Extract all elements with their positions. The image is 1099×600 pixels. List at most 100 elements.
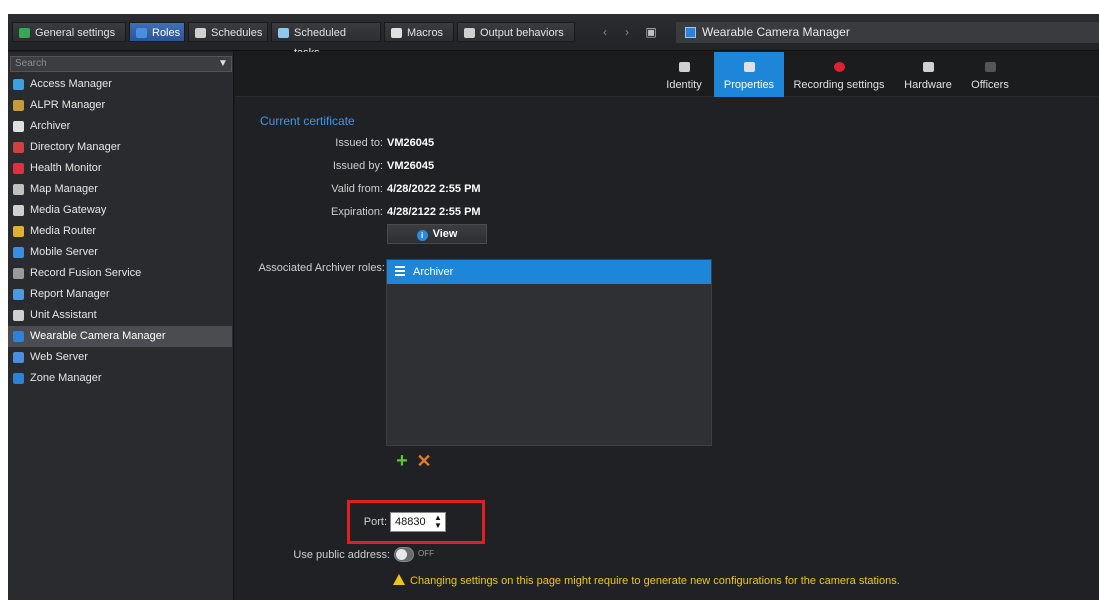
properties-icon [744, 62, 755, 72]
sidebar-item-report-manager[interactable]: Report Manager [8, 284, 232, 305]
warning-icon [393, 574, 405, 585]
sidebar-item-label: Health Monitor [30, 162, 102, 174]
directory-manager-icon [13, 142, 24, 153]
app-window: General settings Roles Schedules Schedul… [8, 14, 1099, 600]
sidebar-item-label: Wearable Camera Manager [30, 330, 166, 342]
sidebar-item-label: Access Manager [30, 78, 112, 90]
officers-icon [985, 62, 996, 72]
sidebar-item-mobile-server[interactable]: Mobile Server [8, 242, 232, 263]
tab-identity[interactable]: Identity [657, 52, 711, 97]
tab-macros[interactable]: Macros [384, 22, 454, 42]
role-tabs: Identity Properties Recording settings H… [235, 52, 1099, 97]
sidebar-item-access-manager[interactable]: Access Manager [8, 74, 232, 95]
unit-assistant-icon [13, 310, 24, 321]
alpr-manager-icon [13, 100, 24, 111]
sidebar-item-label: ALPR Manager [30, 99, 106, 111]
valid-from-value: 4/28/2022 2:55 PM [387, 183, 481, 195]
tab-officers[interactable]: Officers [965, 52, 1015, 97]
tab-hardware[interactable]: Hardware [898, 52, 958, 97]
sidebar-item-label: Directory Manager [30, 141, 121, 153]
record-fusion-service-icon [13, 268, 24, 279]
archiver-icon [395, 266, 405, 277]
forward-icon[interactable]: › [620, 24, 634, 40]
tab-label: Properties [723, 79, 775, 91]
toggle-state-label: OFF [418, 549, 434, 558]
archiver-roles-label: Associated Archiver roles: [258, 262, 385, 274]
tab-label: Identity [666, 79, 702, 91]
list-item-label: Archiver [413, 266, 454, 278]
tab-label: General settings [35, 27, 116, 39]
public-address-toggle[interactable] [394, 547, 414, 562]
sidebar-item-label: Unit Assistant [30, 309, 97, 321]
report-manager-icon [13, 289, 24, 300]
sidebar-item-zone-manager[interactable]: Zone Manager [8, 368, 232, 389]
sidebar-item-map-manager[interactable]: Map Manager [8, 179, 232, 200]
issued-by-label: Issued by: [332, 160, 383, 172]
current-task-title: Wearable Camera Manager [702, 25, 850, 39]
back-icon[interactable]: ‹ [598, 24, 612, 40]
sidebar-item-label: Web Server [30, 351, 88, 363]
issued-by-value: VM26045 [387, 160, 435, 172]
sidebar-item-unit-assistant[interactable]: Unit Assistant [8, 305, 232, 326]
view-button-label: View [432, 228, 458, 240]
current-task-tab[interactable]: Wearable Camera Manager [676, 22, 1099, 43]
sidebar-item-label: Media Router [30, 225, 97, 237]
sidebar-item-wearable-camera-manager[interactable]: Wearable Camera Manager [8, 326, 232, 347]
warning-text: Changing settings on this page might req… [410, 575, 900, 587]
sidebar-item-label: Zone Manager [30, 372, 102, 384]
sidebar-item-media-router[interactable]: Media Router [8, 221, 232, 242]
sidebar-item-directory-manager[interactable]: Directory Manager [8, 137, 232, 158]
port-label: Port: [363, 516, 387, 528]
view-certificate-button[interactable]: i View [387, 224, 487, 244]
sidebar-item-label: Report Manager [30, 288, 110, 300]
sidebar-item-record-fusion-service[interactable]: Record Fusion Service [8, 263, 232, 284]
web-server-icon [13, 352, 24, 363]
tab-label: Schedules [211, 27, 263, 39]
tab-recording-settings[interactable]: Recording settings [787, 52, 891, 97]
tab-general-settings[interactable]: General settings [12, 22, 126, 42]
wearable-camera-manager-icon [685, 27, 696, 38]
tab-label: Hardware [904, 79, 952, 91]
tab-label: Macros [407, 27, 444, 39]
tab-schedules[interactable]: Schedules [188, 22, 268, 42]
health-monitor-icon [13, 163, 24, 174]
output-behaviors-icon [464, 28, 475, 38]
tab-roles[interactable]: Roles [129, 22, 185, 42]
remove-archiver-button[interactable]: ✕ [415, 452, 433, 470]
expiration-value: 4/28/2122 2:55 PM [387, 206, 481, 218]
sidebar-item-label: Mobile Server [30, 246, 98, 258]
map-manager-icon [13, 184, 24, 195]
media-gateway-icon [13, 205, 24, 216]
sidebar-item-alpr-manager[interactable]: ALPR Manager [8, 95, 232, 116]
zone-manager-icon [13, 373, 24, 384]
add-archiver-button[interactable]: + [393, 451, 411, 471]
archiver-roles-list[interactable]: Archiver [386, 259, 712, 446]
sidebar-item-label: Map Manager [30, 183, 98, 195]
media-router-icon [13, 226, 24, 237]
tab-label: Roles [152, 27, 181, 39]
scheduled-tasks-icon [278, 28, 289, 38]
roles-sidebar: Search ▼ Access Manager ALPR Manager Arc… [8, 52, 234, 600]
tab-properties[interactable]: Properties [714, 52, 784, 97]
sidebar-item-label: Record Fusion Service [30, 267, 142, 279]
role-config-panel: Identity Properties Recording settings H… [235, 52, 1099, 600]
issued-to-label: Issued to: [335, 137, 383, 149]
recording-settings-icon [834, 62, 845, 72]
sidebar-item-archiver[interactable]: Archiver [8, 116, 232, 137]
filter-icon[interactable]: ▼ [218, 58, 228, 70]
sidebar-item-media-gateway[interactable]: Media Gateway [8, 200, 232, 221]
tab-scheduled-tasks[interactable]: Scheduled tasks [271, 22, 381, 59]
list-item[interactable]: Archiver [387, 260, 711, 284]
port-stepper[interactable]: 48830 ▲ ▼ [390, 512, 446, 532]
tab-output-behaviors[interactable]: Output behaviors [457, 22, 575, 42]
search-input[interactable]: Search ▼ [10, 56, 232, 72]
spinner-arrows-icon[interactable]: ▲ ▼ [434, 514, 442, 530]
access-manager-icon [13, 79, 24, 90]
toggle-knob [396, 549, 407, 560]
sidebar-item-web-server[interactable]: Web Server [8, 347, 232, 368]
sidebar-item-label: Media Gateway [30, 204, 107, 216]
task-list-icon[interactable]: ▣ [644, 24, 658, 40]
schedules-icon [195, 28, 206, 38]
expiration-label: Expiration: [331, 206, 383, 218]
sidebar-item-health-monitor[interactable]: Health Monitor [8, 158, 232, 179]
